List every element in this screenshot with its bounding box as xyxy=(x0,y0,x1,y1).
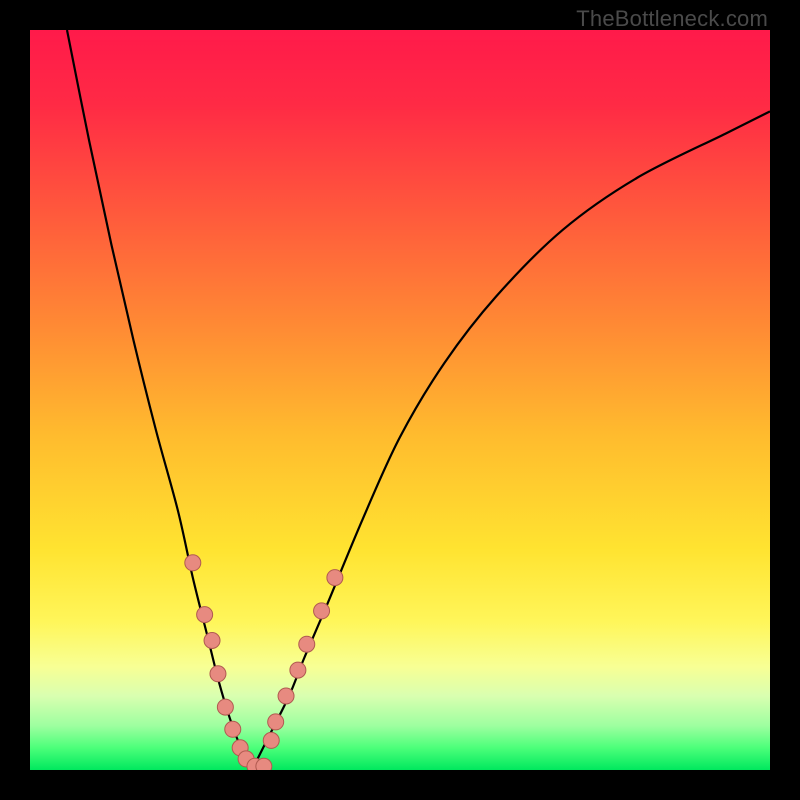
data-marker xyxy=(327,570,343,586)
curve-right xyxy=(252,111,770,770)
chart-frame: TheBottleneck.com xyxy=(0,0,800,800)
data-marker xyxy=(268,714,284,730)
data-marker xyxy=(225,721,241,737)
data-marker xyxy=(204,633,220,649)
data-marker xyxy=(278,688,294,704)
watermark-text: TheBottleneck.com xyxy=(576,6,768,32)
data-marker xyxy=(299,636,315,652)
data-marker xyxy=(256,758,272,770)
curve-layer xyxy=(30,30,770,770)
markers-left xyxy=(185,555,272,770)
data-marker xyxy=(290,662,306,678)
data-marker xyxy=(263,732,279,748)
data-marker xyxy=(185,555,201,571)
data-marker xyxy=(197,607,213,623)
curve-left xyxy=(67,30,252,770)
data-marker xyxy=(210,666,226,682)
data-marker xyxy=(314,603,330,619)
plot-area xyxy=(30,30,770,770)
data-marker xyxy=(217,699,233,715)
